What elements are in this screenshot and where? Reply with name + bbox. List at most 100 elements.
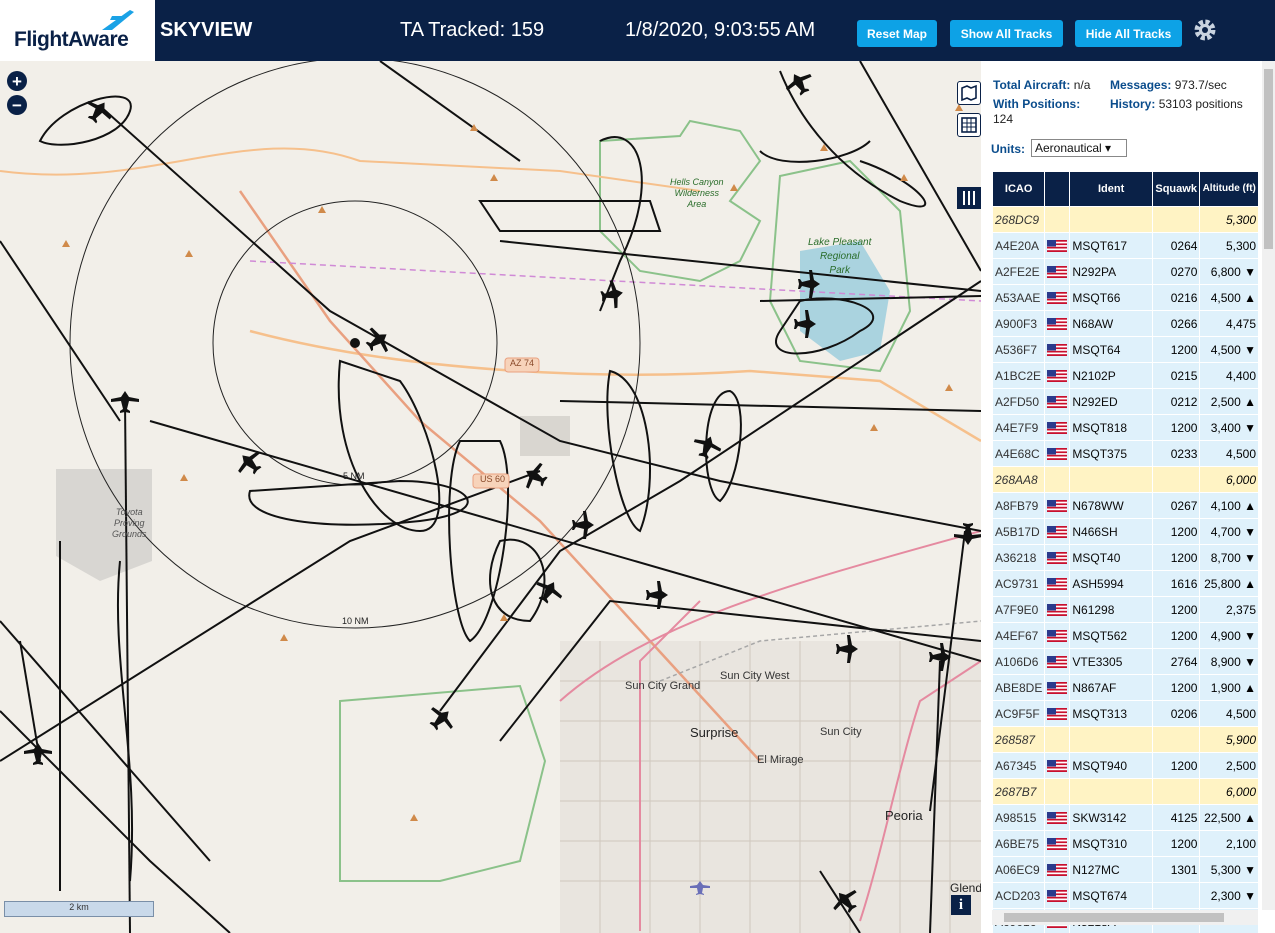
- aircraft-ident: N61298: [1070, 596, 1152, 622]
- aircraft-altitude: 6,000: [1200, 466, 1258, 492]
- aircraft-icao: A106D6: [993, 648, 1045, 674]
- flightaware-logo[interactable]: FlightAware: [0, 0, 155, 61]
- aircraft-row[interactable]: ACD203 MSQT674 2,300 ▼: [993, 882, 1258, 908]
- aircraft-flag: [1045, 414, 1070, 440]
- aircraft-icao: A900F3: [993, 310, 1045, 336]
- aircraft-row[interactable]: AC9F5F MSQT313 0206 4,500: [993, 700, 1258, 726]
- aircraft-altitude: 5,300: [1200, 232, 1258, 258]
- hide-all-tracks-button[interactable]: Hide All Tracks: [1075, 20, 1182, 47]
- aircraft-flag: [1045, 362, 1070, 388]
- aircraft-ident: MSQT940: [1070, 752, 1152, 778]
- sidebar-vertical-scrollbar[interactable]: [1262, 61, 1275, 910]
- aircraft-row[interactable]: A106D6 VTE3305 2764 8,900 ▼: [993, 648, 1258, 674]
- scroll-thumb[interactable]: [1264, 69, 1273, 249]
- columns-toggle-icon[interactable]: [957, 187, 981, 209]
- aircraft-altitude: 2,500 ▲: [1200, 388, 1258, 414]
- gear-icon[interactable]: [1192, 17, 1218, 43]
- aircraft-squawk: 1200: [1152, 830, 1200, 856]
- zoom-in-button[interactable]: +: [7, 71, 27, 91]
- us-flag-icon: [1047, 396, 1068, 409]
- aircraft-row[interactable]: A2FE2E N292PA 0270 6,800 ▼: [993, 258, 1258, 284]
- aircraft-icao: A6BE75: [993, 830, 1045, 856]
- aircraft-row[interactable]: A4EF67 MSQT562 1200 4,900 ▼: [993, 622, 1258, 648]
- aircraft-squawk: 1301: [1152, 856, 1200, 882]
- aircraft-ident: MSQT310: [1070, 830, 1152, 856]
- us-flag-icon: [1047, 708, 1068, 721]
- aircraft-row[interactable]: A4E20A MSQT617 0264 5,300: [993, 232, 1258, 258]
- aircraft-altitude: 4,475: [1200, 310, 1258, 336]
- aircraft-icao: 2687B7: [993, 778, 1045, 804]
- aircraft-ident: [1070, 466, 1152, 492]
- aircraft-row[interactable]: 268587 5,900: [993, 726, 1258, 752]
- sun-city-grand-label: Sun City Grand: [625, 680, 701, 692]
- aircraft-row[interactable]: A6BE75 MSQT310 1200 2,100: [993, 830, 1258, 856]
- aircraft-squawk: [1152, 466, 1200, 492]
- aircraft-squawk: 0270: [1152, 258, 1200, 284]
- aircraft-row[interactable]: A4E7F9 MSQT818 1200 3,400 ▼: [993, 414, 1258, 440]
- aircraft-squawk: [1152, 778, 1200, 804]
- col-ident[interactable]: Ident: [1070, 172, 1152, 206]
- us-flag-icon: [1047, 500, 1068, 513]
- aircraft-altitude: 2,500: [1200, 752, 1258, 778]
- zoom-out-button[interactable]: −: [7, 95, 27, 115]
- sidebar-horizontal-scrollbar[interactable]: [992, 910, 1258, 925]
- aircraft-row[interactable]: A67345 MSQT940 1200 2,500: [993, 752, 1258, 778]
- col-altitude[interactable]: Altitude (ft): [1200, 172, 1258, 206]
- aircraft-altitude: 4,400: [1200, 362, 1258, 388]
- map-view[interactable]: Hells Canyon Wilderness Area Lake Pleasant…: [0, 61, 981, 933]
- map-layers-icon[interactable]: [957, 81, 981, 105]
- grid-icon[interactable]: [957, 113, 981, 137]
- aircraft-icao: A4E20A: [993, 232, 1045, 258]
- aircraft-row[interactable]: A2FD50 N292ED 0212 2,500 ▲: [993, 388, 1258, 414]
- aircraft-ident: MSQT313: [1070, 700, 1152, 726]
- with-positions-stat: With Positions: 124: [993, 97, 1081, 126]
- aircraft-row[interactable]: 268AA8 6,000: [993, 466, 1258, 492]
- h-scroll-thumb[interactable]: [1004, 913, 1224, 922]
- aircraft-row[interactable]: A53AAE MSQT66 0216 4,500 ▲: [993, 284, 1258, 310]
- aircraft-altitude: 5,300 ▼: [1200, 856, 1258, 882]
- aircraft-ident: [1070, 726, 1152, 752]
- show-all-tracks-button[interactable]: Show All Tracks: [950, 20, 1063, 47]
- us-flag-icon: [1047, 890, 1068, 903]
- aircraft-row[interactable]: A8FB79 N678WW 0267 4,100 ▲: [993, 492, 1258, 518]
- aircraft-row[interactable]: AC9731 ASH5994 1616 25,800 ▲: [993, 570, 1258, 596]
- aircraft-flag: [1045, 778, 1070, 804]
- aircraft-ident: ASH5994: [1070, 570, 1152, 596]
- hells-canyon-label: Hells Canyon Wilderness Area: [670, 177, 724, 209]
- aircraft-row[interactable]: 268DC9 5,300: [993, 206, 1258, 232]
- peoria-label: Peoria: [885, 808, 923, 823]
- aircraft-ident: MSQT617: [1070, 232, 1152, 258]
- col-squawk[interactable]: Squawk: [1152, 172, 1200, 206]
- aircraft-altitude: 8,900 ▼: [1200, 648, 1258, 674]
- aircraft-icao: A67345: [993, 752, 1045, 778]
- top-bar: FlightAware SKYVIEW TA Tracked: 159 1/8/…: [0, 0, 1275, 61]
- aircraft-altitude: 25,800 ▲: [1200, 570, 1258, 596]
- ring-label-10nm: 10 NM: [342, 616, 369, 626]
- units-select[interactable]: Aeronautical ▾: [1031, 139, 1127, 157]
- aircraft-altitude: 4,500: [1200, 700, 1258, 726]
- aircraft-altitude: 22,500 ▲: [1200, 804, 1258, 830]
- us-flag-icon: [1047, 630, 1068, 643]
- aircraft-icao: A1BC2E: [993, 362, 1045, 388]
- aircraft-row[interactable]: A36218 MSQT40 1200 8,700 ▼: [993, 544, 1258, 570]
- aircraft-icao: A36218: [993, 544, 1045, 570]
- us-flag-icon: [1047, 240, 1068, 253]
- aircraft-squawk: 2764: [1152, 648, 1200, 674]
- aircraft-squawk: 0215: [1152, 362, 1200, 388]
- aircraft-row[interactable]: A900F3 N68AW 0266 4,475: [993, 310, 1258, 336]
- aircraft-row[interactable]: A4E68C MSQT375 0233 4,500: [993, 440, 1258, 466]
- aircraft-squawk: 0216: [1152, 284, 1200, 310]
- aircraft-row[interactable]: 2687B7 6,000: [993, 778, 1258, 804]
- col-icao[interactable]: ICAO: [993, 172, 1045, 206]
- aircraft-ident: N292ED: [1070, 388, 1152, 414]
- aircraft-row[interactable]: A536F7 MSQT64 1200 4,500 ▼: [993, 336, 1258, 362]
- aircraft-row[interactable]: A98515 SKW3142 4125 22,500 ▲: [993, 804, 1258, 830]
- info-icon[interactable]: i: [951, 895, 971, 915]
- aircraft-row[interactable]: ABE8DE N867AF 1200 1,900 ▲: [993, 674, 1258, 700]
- aircraft-altitude: 4,500: [1200, 440, 1258, 466]
- aircraft-row[interactable]: A7F9E0 N61298 1200 2,375: [993, 596, 1258, 622]
- aircraft-row[interactable]: A5B17D N466SH 1200 4,700 ▼: [993, 518, 1258, 544]
- aircraft-row[interactable]: A06EC9 N127MC 1301 5,300 ▼: [993, 856, 1258, 882]
- reset-map-button[interactable]: Reset Map: [857, 20, 937, 47]
- aircraft-row[interactable]: A1BC2E N2102P 0215 4,400: [993, 362, 1258, 388]
